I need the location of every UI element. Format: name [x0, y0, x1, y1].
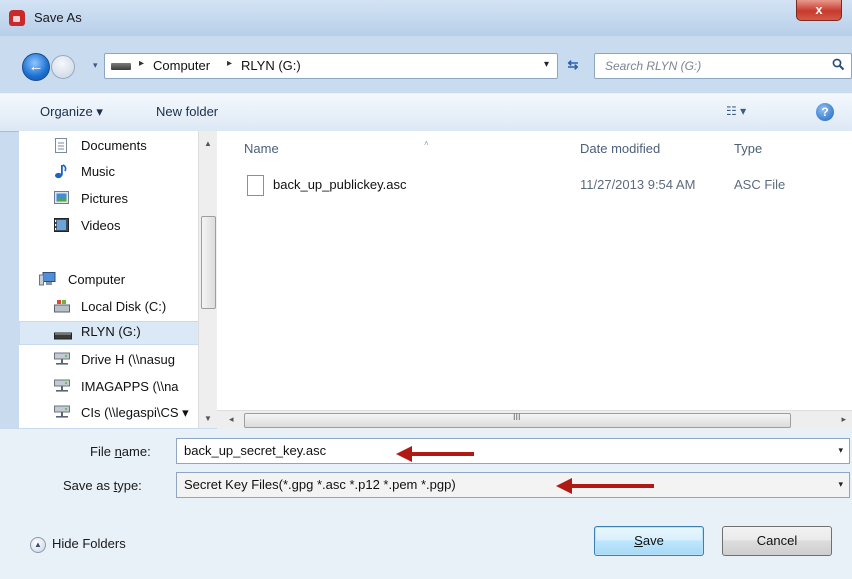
computer-icon: [39, 272, 56, 286]
sidebar-item-label: Computer: [68, 272, 126, 287]
annotation-arrow-line: [570, 484, 654, 488]
window-title: Save As: [34, 10, 82, 25]
sidebar-item-music[interactable]: Music: [19, 161, 199, 183]
file-row[interactable]: back_up_publickey.asc 11/27/2013 9:54 AM…: [247, 173, 837, 197]
app-icon: [9, 10, 25, 26]
scroll-up-icon[interactable]: ▲: [204, 139, 212, 148]
drive-icon: [111, 63, 131, 70]
address-bar[interactable]: ▸ Computer ▸ RLYN (G:) ▾: [104, 53, 558, 79]
file-list: Name ˄ Date modified Type back_up_public…: [217, 131, 852, 429]
sidebar-item-computer[interactable]: Computer: [19, 269, 199, 291]
file-name: back_up_publickey.asc: [273, 177, 407, 192]
videos-icon: [54, 218, 70, 232]
documents-icon: [54, 138, 70, 153]
sidebar-item-label: CIs (\\legaspi\CS ▾: [81, 405, 189, 420]
scroll-down-icon[interactable]: ▼: [204, 414, 212, 423]
search-icon[interactable]: [832, 58, 845, 74]
change-view-button[interactable]: ☷ ▾: [726, 104, 766, 118]
help-icon[interactable]: ?: [816, 103, 834, 121]
breadcrumb-separator[interactable]: ▸: [139, 58, 144, 69]
scrollbar-grip: III: [513, 412, 521, 422]
file-name-field[interactable]: back_up_secret_key.asc ▾: [176, 438, 850, 464]
sidebar-item-label: Music: [81, 164, 115, 179]
network-drive-icon: [54, 379, 70, 393]
save-type-select[interactable]: Secret Key Files(*.gpg *.asc *.p12 *.pem…: [176, 472, 850, 498]
breadcrumb-computer[interactable]: Computer: [153, 58, 210, 73]
column-header-date[interactable]: Date modified: [580, 141, 660, 156]
sidebar-item-rlyn[interactable]: RLYN (G:): [19, 321, 199, 345]
sidebar-item-pictures[interactable]: Pictures: [19, 188, 199, 210]
scrollbar-thumb[interactable]: III: [244, 412, 791, 428]
back-button[interactable]: ←: [22, 53, 50, 81]
save-type-value: Secret Key Files(*.gpg *.asc *.p12 *.pem…: [184, 477, 456, 492]
search-input[interactable]: Search RLYN (G:): [605, 59, 701, 73]
cancel-button[interactable]: Cancel: [722, 526, 832, 556]
music-icon: [54, 164, 70, 179]
sidebar-item-videos[interactable]: Videos: [19, 215, 199, 237]
column-header-label: Name: [244, 141, 279, 156]
breadcrumb-separator[interactable]: ▸: [227, 58, 232, 69]
column-header-name[interactable]: Name ˄: [244, 139, 429, 156]
sidebar-item-label: Pictures: [81, 191, 128, 206]
nav-pane-scrollbar[interactable]: ▲ ▼: [198, 131, 217, 428]
sidebar-item-label: Documents: [81, 138, 147, 153]
save-form: File name: back_up_secret_key.asc ▾ Save…: [0, 429, 852, 579]
recent-locations-dropdown[interactable]: ▾: [93, 60, 98, 71]
sort-ascending-icon: ˄: [424, 139, 429, 148]
chevron-down-icon[interactable]: ▾: [838, 445, 843, 456]
address-dropdown[interactable]: ▾: [544, 59, 549, 70]
sidebar-item-cis[interactable]: CIs (\\legaspi\CS ▾: [19, 402, 199, 424]
file-icon: [247, 175, 264, 196]
breadcrumb-rlyn[interactable]: RLYN (G:): [241, 58, 301, 73]
column-header-type[interactable]: Type: [734, 141, 762, 156]
file-name-input[interactable]: back_up_secret_key.asc: [184, 443, 326, 458]
title-bar[interactable]: Save As x: [0, 0, 852, 36]
sidebar-item-label: IMAGAPPS (\\na: [81, 379, 179, 394]
chevron-down-icon[interactable]: ▾: [838, 479, 843, 490]
forward-button[interactable]: [51, 55, 75, 79]
network-drive-icon: [54, 352, 70, 366]
hide-folders-label: Hide Folders: [52, 536, 126, 551]
save-type-label: Save as type:: [63, 478, 142, 493]
organize-button[interactable]: Organize ▾: [40, 104, 103, 120]
sidebar-item-drive-h[interactable]: Drive H (\\nasug: [19, 349, 199, 371]
file-type: ASC File: [734, 177, 786, 192]
close-button[interactable]: x: [796, 0, 842, 21]
sidebar-item-label: RLYN (G:): [81, 324, 141, 339]
sidebar-item-documents[interactable]: Documents: [19, 135, 199, 157]
save-as-dialog: Save As x ← ▾ ▸ Computer ▸ RLYN (G:) ▾ ⇆…: [0, 0, 852, 579]
scroll-right-icon[interactable]: ▸: [841, 414, 846, 425]
local-disk-icon: [54, 299, 70, 313]
chevron-up-icon: ▲: [30, 537, 46, 553]
file-date-modified: 11/27/2013 9:54 AM: [580, 177, 696, 192]
sidebar-item-label: Videos: [81, 218, 121, 233]
usb-drive-icon: [54, 328, 72, 342]
scrollbar-thumb[interactable]: [201, 216, 216, 309]
sidebar-item-local-disk[interactable]: Local Disk (C:): [19, 296, 199, 318]
file-name-label: File name:: [90, 444, 151, 459]
search-box[interactable]: Search RLYN (G:): [594, 53, 852, 79]
navigation-bar: ← ▾ ▸ Computer ▸ RLYN (G:) ▾ ⇆ Search RL…: [0, 44, 852, 81]
network-drive-icon: [54, 405, 70, 419]
refresh-button[interactable]: ⇆: [558, 53, 588, 77]
pictures-icon: [54, 191, 70, 205]
scroll-left-icon[interactable]: ◂: [229, 414, 234, 425]
command-bar: Organize ▾ New folder ☷ ▾ ?: [0, 93, 852, 132]
annotation-arrow-line: [410, 452, 474, 456]
sidebar-item-label: Local Disk (C:): [81, 299, 167, 314]
navigation-pane: Documents Music Pictures Videos Computer…: [19, 131, 217, 428]
save-button[interactable]: Save: [594, 526, 704, 556]
sidebar-item-imagapps[interactable]: IMAGAPPS (\\na: [19, 376, 199, 398]
new-folder-button[interactable]: New folder: [156, 104, 218, 119]
sidebar-item-label: Drive H (\\nasug: [81, 352, 175, 367]
file-list-scrollbar[interactable]: ◂ III ▸: [217, 410, 852, 429]
